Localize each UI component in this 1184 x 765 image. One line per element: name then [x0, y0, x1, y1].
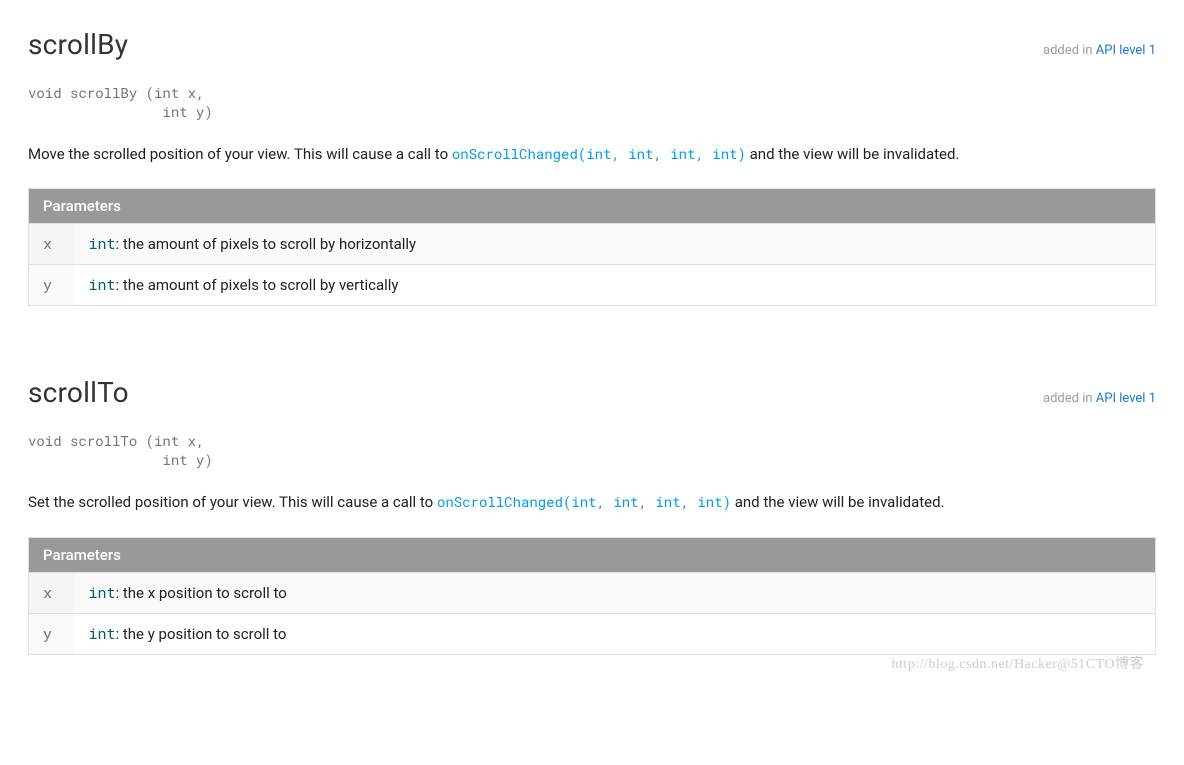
table-header-row: Parameters — [29, 189, 1156, 224]
param-colon: : — [116, 584, 123, 602]
added-in-note: added in API level 1 — [1043, 43, 1156, 58]
param-colon: : — [116, 276, 123, 294]
method-scrollby: scrollBy added in API level 1 void scrol… — [28, 28, 1156, 306]
method-scrollto: scrollTo added in API level 1 void scrol… — [28, 376, 1156, 654]
method-title: scrollTo — [28, 376, 129, 409]
parameters-header: Parameters — [29, 189, 1156, 224]
parameters-table: Parameters x int: the x position to scro… — [28, 537, 1156, 655]
param-name: y — [29, 265, 75, 306]
table-header-row: Parameters — [29, 537, 1156, 572]
table-row: x int: the x position to scroll to — [29, 572, 1156, 613]
param-desc: the amount of pixels to scroll by horizo… — [123, 235, 416, 253]
param-desc-cell: int: the y position to scroll to — [75, 613, 1156, 654]
param-type: int — [89, 624, 116, 644]
api-level-link[interactable]: API level 1 — [1096, 391, 1156, 406]
added-in-note: added in API level 1 — [1043, 391, 1156, 406]
param-desc-cell: int: the x position to scroll to — [75, 572, 1156, 613]
desc-after: and the view will be invalidated. — [731, 493, 945, 511]
desc-after: and the view will be invalidated. — [746, 145, 960, 163]
param-desc-cell: int: the amount of pixels to scroll by v… — [75, 265, 1156, 306]
parameters-header: Parameters — [29, 537, 1156, 572]
parameters-table: Parameters x int: the amount of pixels t… — [28, 188, 1156, 306]
param-colon: : — [116, 235, 123, 253]
table-row: y int: the amount of pixels to scroll by… — [29, 265, 1156, 306]
param-name: x — [29, 224, 75, 265]
method-description: Set the scrolled position of your view. … — [28, 491, 1156, 514]
added-in-prefix: added in — [1043, 391, 1096, 406]
param-type: int — [89, 275, 116, 295]
param-name: y — [29, 613, 75, 654]
added-in-prefix: added in — [1043, 43, 1096, 58]
title-row: scrollBy added in API level 1 — [28, 28, 1156, 61]
param-desc: the amount of pixels to scroll by vertic… — [123, 276, 399, 294]
title-row: scrollTo added in API level 1 — [28, 376, 1156, 409]
desc-link[interactable]: onScrollChanged(int, int, int, int) — [452, 144, 746, 163]
param-type: int — [89, 234, 116, 254]
param-type: int — [89, 583, 116, 603]
param-desc: the y position to scroll to — [123, 625, 287, 643]
method-signature: void scrollTo (int x, int y) — [28, 431, 1156, 469]
watermark: http://blog.csdn.net/Hacker@51CTO博客 — [891, 653, 1144, 673]
method-signature: void scrollBy (int x, int y) — [28, 83, 1156, 121]
desc-before: Set the scrolled position of your view. … — [28, 493, 437, 511]
param-colon: : — [116, 625, 123, 643]
desc-before: Move the scrolled position of your view.… — [28, 145, 452, 163]
method-title: scrollBy — [28, 28, 128, 61]
desc-link[interactable]: onScrollChanged(int, int, int, int) — [437, 492, 731, 511]
table-row: x int: the amount of pixels to scroll by… — [29, 224, 1156, 265]
param-name: x — [29, 572, 75, 613]
param-desc-cell: int: the amount of pixels to scroll by h… — [75, 224, 1156, 265]
method-description: Move the scrolled position of your view.… — [28, 143, 1156, 166]
api-level-link[interactable]: API level 1 — [1096, 43, 1156, 58]
param-desc: the x position to scroll to — [123, 584, 287, 602]
table-row: y int: the y position to scroll to — [29, 613, 1156, 654]
